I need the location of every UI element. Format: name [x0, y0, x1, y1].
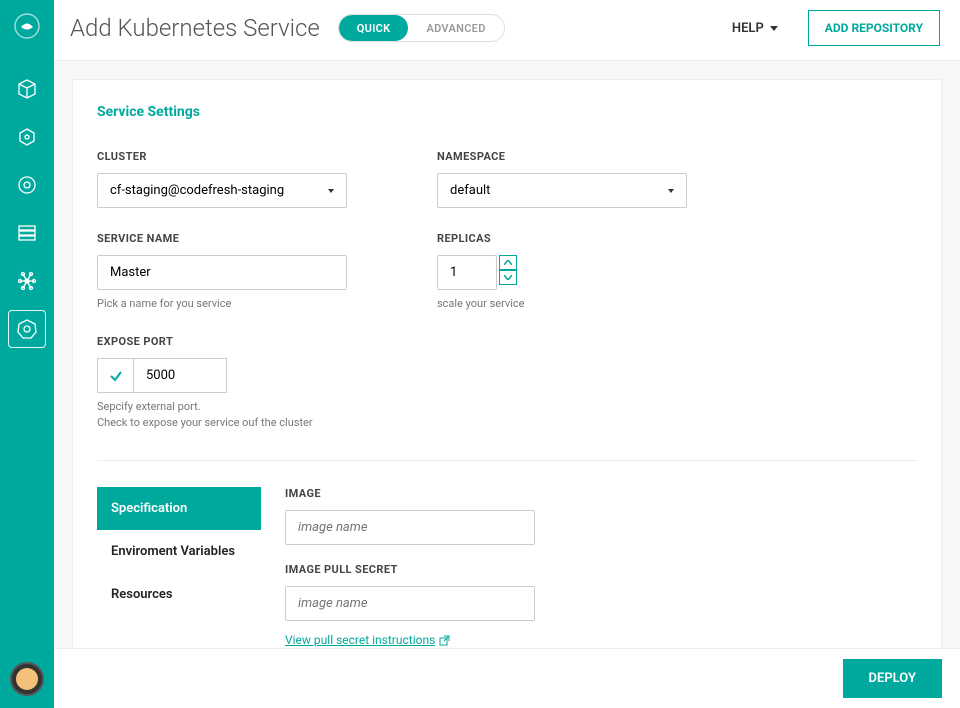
replicas-label: REPLICAS [437, 232, 737, 245]
service-name-input[interactable] [97, 255, 347, 290]
expose-port-input[interactable] [133, 358, 227, 393]
tab-resources[interactable]: Resources [97, 573, 261, 616]
help-menu[interactable]: HELP [732, 21, 778, 36]
expose-port-hint2: Check to expose your service ouf the clu… [97, 415, 917, 430]
pull-secret-link-text: View pull secret instructions [285, 633, 435, 647]
cluster-select[interactable]: cf-staging@codefresh-staging [97, 173, 347, 208]
mode-quick-button[interactable]: QUICK [339, 15, 409, 41]
main: Add Kubernetes Service QUICK ADVANCED HE… [54, 0, 960, 708]
image-label: IMAGE [285, 487, 917, 500]
replicas-down-button[interactable] [499, 270, 517, 285]
mode-toggle: QUICK ADVANCED [338, 14, 505, 42]
expose-port-hint1: Sepcify external port. [97, 399, 917, 414]
sidebar-item-servers[interactable] [8, 214, 46, 252]
avatar[interactable] [10, 662, 44, 696]
settings-card: Service Settings CLUSTER cf-staging@code… [72, 79, 942, 708]
namespace-label: NAMESPACE [437, 150, 737, 163]
service-name-label: SERVICE NAME [97, 232, 397, 245]
deploy-bar: DEPLOY [54, 648, 960, 708]
expose-port-label: EXPOSE PORT [97, 335, 917, 348]
service-name-hint: Pick a name for you service [97, 296, 397, 311]
sidebar [0, 0, 54, 708]
logo-icon [13, 12, 41, 40]
mode-advanced-button[interactable]: ADVANCED [408, 15, 503, 41]
page-title: Add Kubernetes Service [70, 14, 320, 42]
namespace-select[interactable]: default [437, 173, 687, 208]
sidebar-item-network[interactable] [8, 118, 46, 156]
expose-port-checkbox[interactable] [97, 358, 133, 393]
content: Service Settings CLUSTER cf-staging@code… [54, 61, 960, 708]
header: Add Kubernetes Service QUICK ADVANCED HE… [54, 0, 960, 61]
image-pull-secret-input[interactable] [285, 586, 535, 621]
external-link-icon [439, 635, 450, 646]
cluster-label: CLUSTER [97, 150, 397, 163]
namespace-value: default [450, 183, 490, 198]
pull-secret-link[interactable]: View pull secret instructions [285, 633, 450, 647]
add-repository-button[interactable]: ADD REPOSITORY [808, 10, 940, 46]
replicas-up-button[interactable] [499, 255, 517, 270]
sidebar-item-gear[interactable] [8, 166, 46, 204]
deploy-button[interactable]: DEPLOY [843, 659, 942, 698]
image-pull-secret-label: IMAGE PULL SECRET [285, 563, 917, 576]
section-title: Service Settings [97, 104, 917, 120]
cluster-value: cf-staging@codefresh-staging [110, 183, 284, 198]
tab-env-variables[interactable]: Enviroment Variables [97, 530, 261, 573]
tab-specification[interactable]: Specification [97, 487, 261, 530]
replicas-input[interactable] [437, 255, 497, 290]
chevron-down-icon [328, 189, 334, 193]
sidebar-item-nodes[interactable] [8, 262, 46, 300]
chevron-down-icon [770, 26, 778, 31]
sidebar-item-cube[interactable] [8, 70, 46, 108]
replicas-spinner [499, 255, 517, 290]
divider [97, 460, 917, 461]
image-input[interactable] [285, 510, 535, 545]
sidebar-item-kubernetes[interactable] [8, 310, 46, 348]
help-label: HELP [732, 21, 764, 36]
chevron-down-icon [668, 189, 674, 193]
replicas-hint: scale your service [437, 296, 737, 311]
